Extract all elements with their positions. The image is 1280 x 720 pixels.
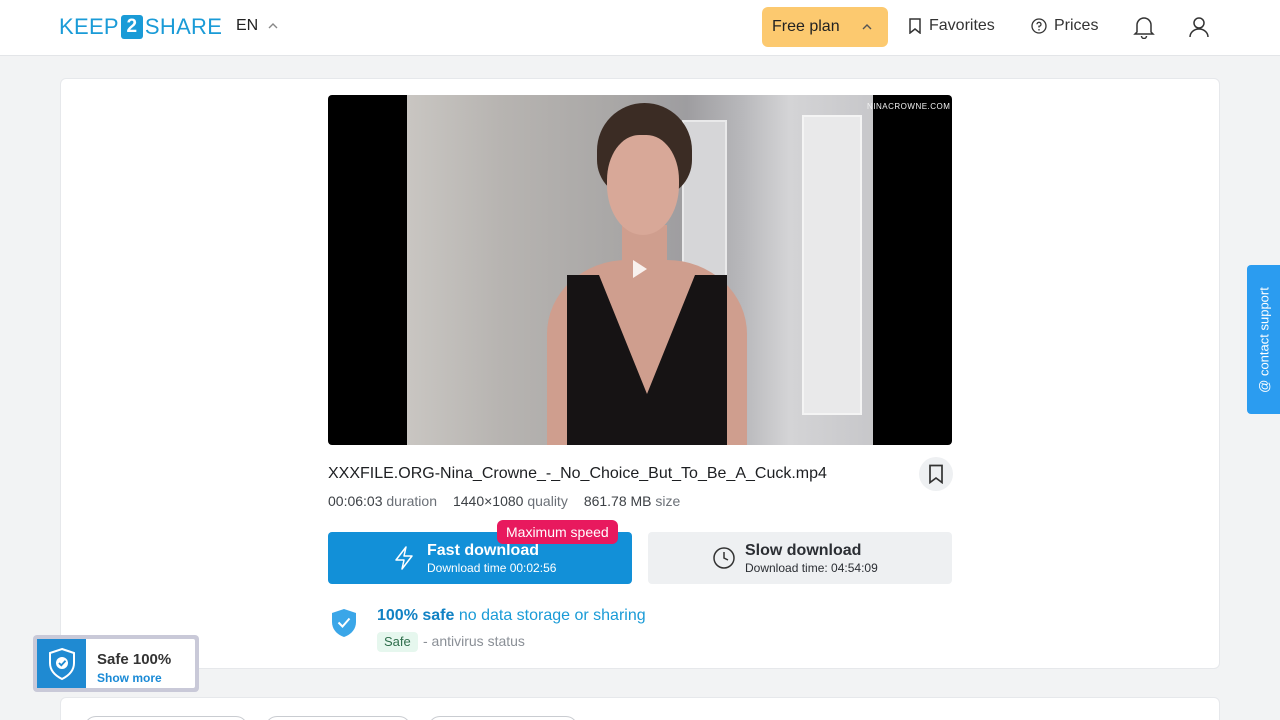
file-name: XXXFILE.ORG-Nina_Crowne_-_No_Choice_But_… xyxy=(328,465,827,482)
chevron-up-icon xyxy=(862,24,872,30)
lightning-icon xyxy=(395,546,413,570)
user-icon[interactable] xyxy=(1188,15,1210,39)
tab-pill[interactable] xyxy=(84,716,248,720)
bell-icon[interactable] xyxy=(1133,15,1155,39)
tab-pill[interactable] xyxy=(265,716,411,720)
shield-check-icon xyxy=(48,647,75,680)
add-favorite-button[interactable] xyxy=(919,457,953,491)
slow-download-button[interactable]: Slow download Download time: 04:54:09 xyxy=(648,532,952,584)
safe-badge-widget[interactable]: Safe 100% Show more xyxy=(33,635,199,692)
free-plan-button[interactable]: Free plan xyxy=(762,7,888,47)
safe-widget-title: Safe 100% xyxy=(97,651,172,668)
keep2share-logo[interactable]: KEEP 2 SHARE xyxy=(59,14,222,40)
plan-label: Free plan xyxy=(772,18,840,35)
max-speed-badge: Maximum speed xyxy=(497,520,618,544)
prices-link[interactable]: Prices xyxy=(1031,17,1098,35)
video-watermark: NINACROWNE.COM xyxy=(867,102,951,111)
slow-download-title: Slow download xyxy=(745,542,862,559)
fast-download-title: Fast download xyxy=(427,542,539,559)
help-circle-icon xyxy=(1031,18,1047,34)
fast-download-time: Download time 00:02:56 xyxy=(427,561,557,575)
duration-meta: 00:06:03 duration xyxy=(328,493,437,509)
file-meta: 00:06:03 duration 1440×1080 quality 861.… xyxy=(328,493,696,509)
bookmark-icon xyxy=(929,464,943,484)
safety-statement: 100% safe no data storage or sharing xyxy=(377,607,646,624)
show-more-link[interactable]: Show more xyxy=(97,671,162,685)
background-door-right xyxy=(802,115,862,415)
antivirus-status-label: - antivirus status xyxy=(423,633,525,649)
play-icon[interactable] xyxy=(633,260,647,278)
video-player[interactable]: NINACROWNE.COM xyxy=(328,95,952,445)
safe-widget-inner: Safe 100% Show more xyxy=(37,639,195,688)
favorites-label: Favorites xyxy=(929,17,995,34)
size-meta: 861.78 MB size xyxy=(583,493,681,509)
shield-check-icon xyxy=(332,609,356,637)
language-selector[interactable]: EN xyxy=(236,17,278,35)
tab-pill[interactable] xyxy=(428,716,578,720)
chevron-up-icon xyxy=(268,23,278,29)
shield-icon xyxy=(37,639,86,688)
language-label: EN xyxy=(236,17,259,34)
antivirus-safe-tag: Safe xyxy=(377,632,418,652)
favorites-link[interactable]: Favorites xyxy=(908,17,995,35)
contact-support-label: @ contact support xyxy=(1256,286,1271,393)
prices-label: Prices xyxy=(1054,17,1099,34)
contact-support-tab[interactable]: @ contact support xyxy=(1247,265,1280,414)
bookmark-icon xyxy=(909,18,921,34)
person-face xyxy=(607,135,679,235)
quality-meta: 1440×1080 quality xyxy=(452,493,568,509)
clock-icon xyxy=(713,547,735,569)
top-header: KEEP 2 SHARE EN Free plan Favorites Prices xyxy=(0,0,1280,56)
slow-download-time: Download time: 04:54:09 xyxy=(745,561,878,575)
